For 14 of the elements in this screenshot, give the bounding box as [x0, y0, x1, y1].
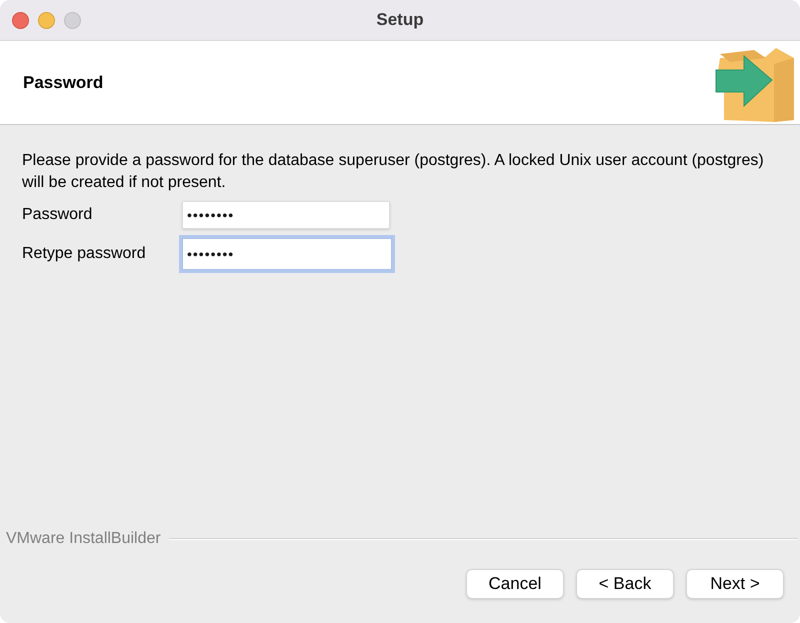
zoom-button[interactable] [64, 12, 81, 28]
field-label: Password [22, 205, 94, 225]
window-title: Setup [376, 9, 424, 32]
brand-label: VMware InstallBuilder [6, 529, 161, 549]
dialog-button[interactable]: < Back [576, 569, 674, 599]
description-text: Please provide a password for the database superuser (postgres). A locked Unix user account (postgres) will be created if not present. [22, 151, 765, 193]
close-button[interactable] [12, 12, 29, 28]
password-field[interactable]: •••••••• [182, 201, 390, 229]
dialog-button[interactable]: Cancel [466, 569, 564, 599]
password-field[interactable]: •••••••• [182, 238, 392, 270]
dialog-button[interactable]: Next > [686, 569, 784, 599]
page-heading: Password [23, 72, 104, 94]
field-label: Retype password [22, 244, 147, 264]
minimize-button[interactable] [38, 12, 55, 28]
